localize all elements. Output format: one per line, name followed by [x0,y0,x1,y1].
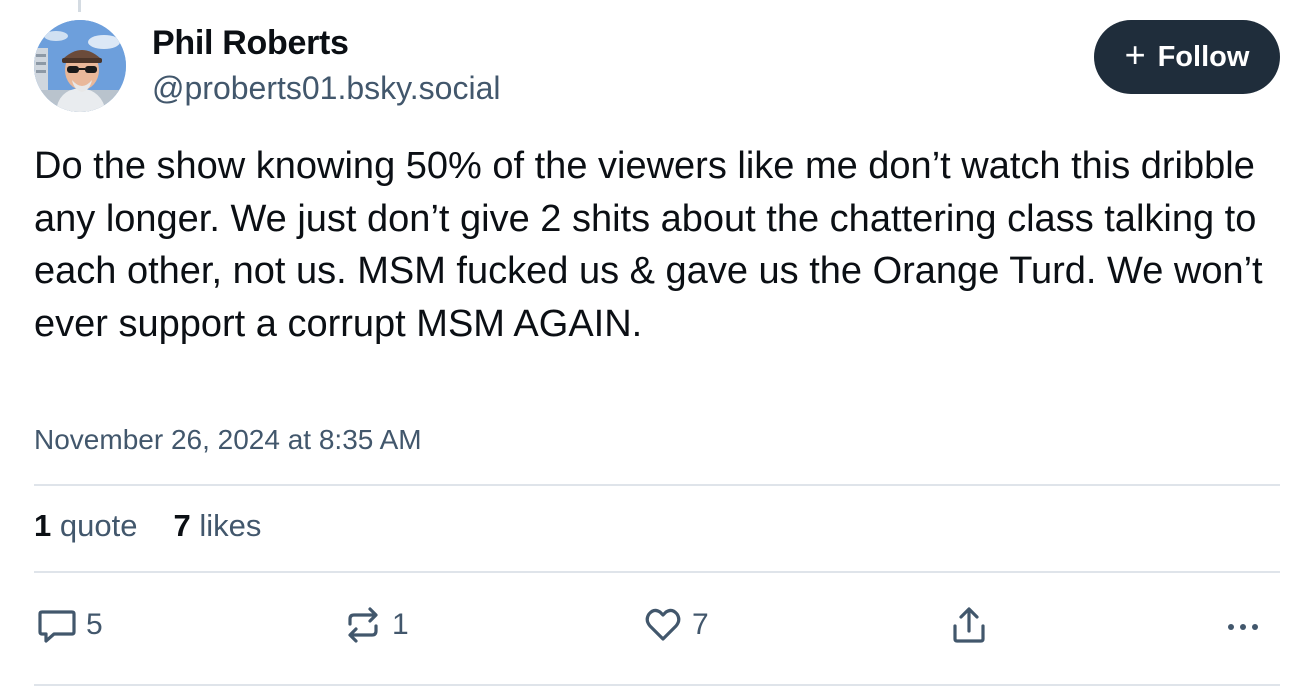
follow-button-label: Follow [1157,40,1250,73]
post-stats: 1 quote 7 likes [34,508,261,544]
repost-button[interactable]: 1 [342,604,409,646]
repost-count: 1 [392,608,409,641]
likes-count: 7 [173,508,191,543]
reply-icon [38,610,76,643]
follow-button[interactable]: + Follow [1094,20,1280,94]
repost-icon [348,607,378,643]
plus-icon: + [1124,34,1146,75]
more-button[interactable] [1222,604,1264,646]
reply-count: 5 [86,608,103,641]
avatar[interactable] [34,20,126,112]
post-timestamp: November 26, 2024 at 8:35 AM [34,424,422,455]
post-text: Do the show knowing 50% of the viewers l… [34,145,1274,345]
like-count: 7 [692,608,709,641]
divider [34,571,1280,573]
like-button[interactable]: 7 [642,604,709,646]
avatar-image [34,20,126,112]
divider [34,484,1280,486]
quotes-stat[interactable]: 1 quote [34,508,137,544]
share-icon [953,607,985,643]
quotes-label: quote [59,508,138,543]
share-button[interactable] [948,604,990,646]
quotes-count: 1 [34,508,52,543]
post-header: Phil Roberts @proberts01.bsky.social + F… [34,20,1280,116]
divider [34,684,1280,686]
author-display-name[interactable]: Phil Roberts [152,24,349,63]
post-actions: 5 1 7 [34,604,1280,654]
author-handle[interactable]: @proberts01.bsky.social [152,70,500,107]
heart-icon [645,608,681,641]
likes-stat[interactable]: 7 likes [173,508,261,544]
thread-line [78,0,81,12]
reply-button[interactable]: 5 [36,604,103,646]
more-icon [1228,624,1258,630]
likes-label: likes [199,508,262,543]
